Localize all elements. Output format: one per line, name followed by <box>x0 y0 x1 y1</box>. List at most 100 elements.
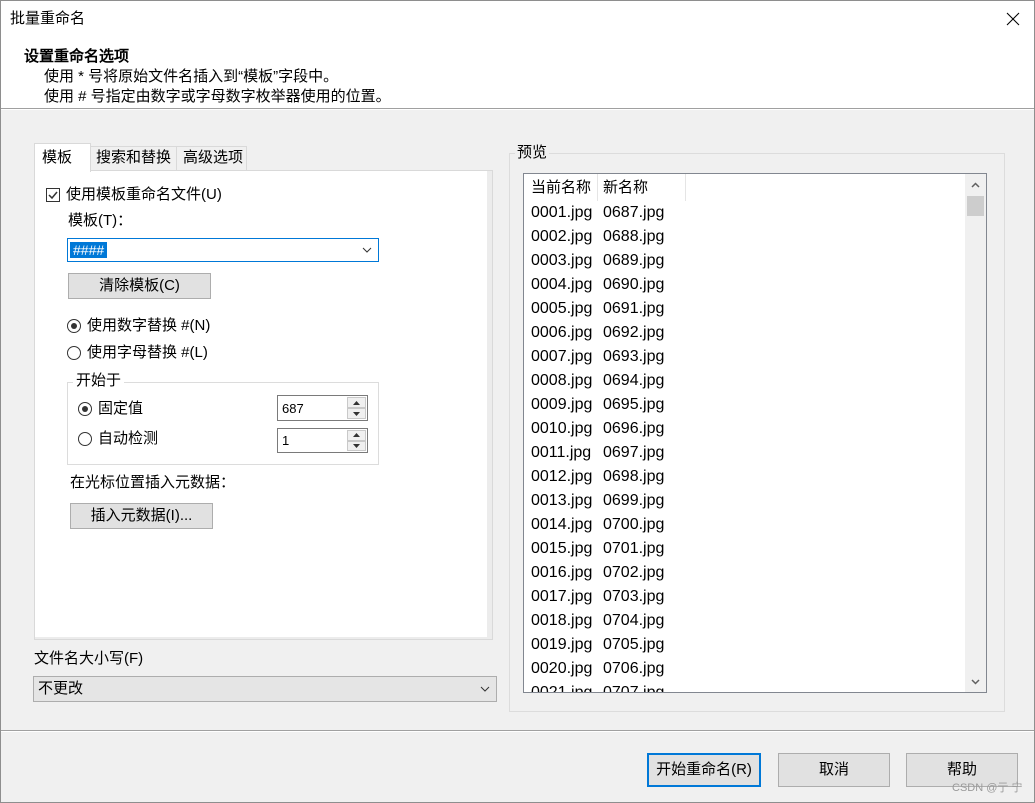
template-label: 模板(T)： <box>68 212 133 229</box>
current-name-cell: 0002.jpg <box>531 228 593 245</box>
new-name-cell: 0703.jpg <box>603 588 665 605</box>
list-item[interactable]: 0020.jpg 0706.jpg <box>524 657 965 681</box>
new-name-cell: 0690.jpg <box>603 276 665 293</box>
tab-search-replace[interactable]: 搜索和替换 <box>90 146 177 171</box>
auto-detect-spinbox[interactable]: 1 <box>277 428 368 453</box>
list-item[interactable]: 0012.jpg 0698.jpg <box>524 465 965 489</box>
radio-dot <box>71 323 77 329</box>
preview-list[interactable]: 当前名称 新名称 0001.jpg 0687.jpg 0002.jpg 0688.jp… <box>523 173 987 693</box>
insert-metadata-button[interactable]: 插入元数据(I)... <box>70 503 213 529</box>
new-name-cell: 0698.jpg <box>603 468 665 485</box>
new-name-cell: 0704.jpg <box>603 612 665 629</box>
numeric-replace-radio[interactable] <box>67 319 81 333</box>
close-icon <box>1006 12 1020 26</box>
cancel-button[interactable]: 取消 <box>778 753 890 787</box>
list-item[interactable]: 0009.jpg 0695.jpg <box>524 393 965 417</box>
list-item[interactable]: 0015.jpg 0701.jpg <box>524 537 965 561</box>
spin-down-button[interactable] <box>347 408 366 419</box>
header-hint: 使用 * 号将原始文件名插入到“模板”字段中。 <box>44 68 339 85</box>
auto-detect-radio[interactable] <box>78 432 92 446</box>
current-name-cell: 0021.jpg <box>531 684 593 693</box>
column-header-new-name[interactable]: 新名称 <box>598 174 686 201</box>
chevron-down-icon <box>480 686 490 692</box>
current-name-cell: 0003.jpg <box>531 252 593 269</box>
list-item[interactable]: 0017.jpg 0703.jpg <box>524 585 965 609</box>
scroll-down-icon <box>971 678 980 685</box>
spin-up-button[interactable] <box>347 430 366 441</box>
current-name-cell: 0005.jpg <box>531 300 593 317</box>
check-icon <box>48 191 58 200</box>
filename-case-value: 不更改 <box>38 680 84 697</box>
use-template-label[interactable]: 使用模板重命名文件(U) <box>66 186 222 204</box>
start-at-title: 开始于 <box>73 372 125 390</box>
new-name-cell: 0701.jpg <box>603 540 665 557</box>
start-rename-button[interactable]: 开始重命名(R) <box>647 753 761 787</box>
batch-rename-dialog: 批量重命名 设置重命名选项 使用 * 号将原始文件名插入到“模板”字段中。 使用… <box>0 0 1035 803</box>
close-button[interactable] <box>995 1 1031 37</box>
list-item[interactable]: 0003.jpg 0689.jpg <box>524 249 965 273</box>
fixed-value-input[interactable]: 687 <box>282 396 304 420</box>
tab-page-template: 使用模板重命名文件(U) 模板(T)： #### 清除模板(C) 使用数字替换 … <box>34 170 493 640</box>
current-name-cell: 0012.jpg <box>531 468 593 485</box>
clear-template-button[interactable]: 清除模板(C) <box>68 273 211 299</box>
scrollbar-thumb[interactable] <box>967 196 984 216</box>
current-name-cell: 0010.jpg <box>531 420 593 437</box>
list-item[interactable]: 0018.jpg 0704.jpg <box>524 609 965 633</box>
spin-up-button[interactable] <box>347 397 366 408</box>
list-item[interactable]: 0011.jpg 0697.jpg <box>524 441 965 465</box>
new-name-cell: 0693.jpg <box>603 348 665 365</box>
list-item[interactable]: 0002.jpg 0688.jpg <box>524 225 965 249</box>
list-item[interactable]: 0016.jpg 0702.jpg <box>524 561 965 585</box>
current-name-cell: 0013.jpg <box>531 492 593 509</box>
start-at-group: 开始于 固定值 687 自动检测 1 <box>67 372 379 465</box>
new-name-cell: 0694.jpg <box>603 372 665 389</box>
spin-down-button[interactable] <box>347 440 366 451</box>
header-divider-highlight <box>1 109 1034 110</box>
new-name-cell: 0692.jpg <box>603 324 665 341</box>
template-combobox[interactable]: #### <box>67 238 379 262</box>
filename-case-dropdown[interactable]: 不更改 <box>33 676 497 702</box>
tab-advanced-options[interactable]: 高级选项 <box>176 146 247 171</box>
insert-metadata-label: 在光标位置插入元数据： <box>70 474 236 491</box>
auto-detect-label[interactable]: 自动检测 <box>98 430 158 448</box>
alpha-replace-label[interactable]: 使用字母替换 #(L) <box>87 344 208 362</box>
list-item[interactable]: 0006.jpg 0692.jpg <box>524 321 965 345</box>
list-item[interactable]: 0014.jpg 0700.jpg <box>524 513 965 537</box>
fixed-value-radio[interactable] <box>78 402 92 416</box>
list-item[interactable]: 0004.jpg 0690.jpg <box>524 273 965 297</box>
current-name-cell: 0020.jpg <box>531 660 593 677</box>
new-name-cell: 0695.jpg <box>603 396 665 413</box>
chevron-down-icon[interactable] <box>362 247 372 253</box>
watermark: CSDN @亍 宁 <box>952 782 1023 794</box>
list-item[interactable]: 0013.jpg 0699.jpg <box>524 489 965 513</box>
scroll-up-button[interactable] <box>965 174 986 195</box>
preview-title: 预览 <box>515 144 550 162</box>
tab-template[interactable]: 模板 <box>34 143 91 172</box>
new-name-cell: 0706.jpg <box>603 660 665 677</box>
list-item[interactable]: 0010.jpg 0696.jpg <box>524 417 965 441</box>
list-item[interactable]: 0019.jpg 0705.jpg <box>524 633 965 657</box>
use-template-checkbox[interactable] <box>46 188 60 202</box>
new-name-cell: 0689.jpg <box>603 252 665 269</box>
new-name-cell: 0700.jpg <box>603 516 665 533</box>
list-item[interactable]: 0007.jpg 0693.jpg <box>524 345 965 369</box>
spin-down-icon <box>353 443 360 448</box>
numeric-replace-label[interactable]: 使用数字替换 #(N) <box>87 317 210 335</box>
list-item[interactable]: 0021.jpg 0707.jpg <box>524 681 965 693</box>
list-item[interactable]: 0008.jpg 0694.jpg <box>524 369 965 393</box>
list-item[interactable]: 0005.jpg 0691.jpg <box>524 297 965 321</box>
column-header-current-name[interactable]: 当前名称 <box>524 174 598 201</box>
auto-detect-input[interactable]: 1 <box>282 429 289 452</box>
new-name-cell: 0697.jpg <box>603 444 665 461</box>
list-item[interactable]: 0001.jpg 0687.jpg <box>524 201 965 225</box>
template-input-value[interactable]: #### <box>70 242 108 258</box>
fixed-value-spinbox[interactable]: 687 <box>277 395 368 421</box>
alpha-replace-radio[interactable] <box>67 346 81 360</box>
vertical-scrollbar[interactable] <box>965 174 986 692</box>
fixed-value-label[interactable]: 固定值 <box>98 400 143 418</box>
current-name-cell: 0007.jpg <box>531 348 593 365</box>
new-name-cell: 0688.jpg <box>603 228 665 245</box>
window-title: 批量重命名 <box>10 10 86 27</box>
current-name-cell: 0016.jpg <box>531 564 593 581</box>
scroll-down-button[interactable] <box>965 671 986 692</box>
